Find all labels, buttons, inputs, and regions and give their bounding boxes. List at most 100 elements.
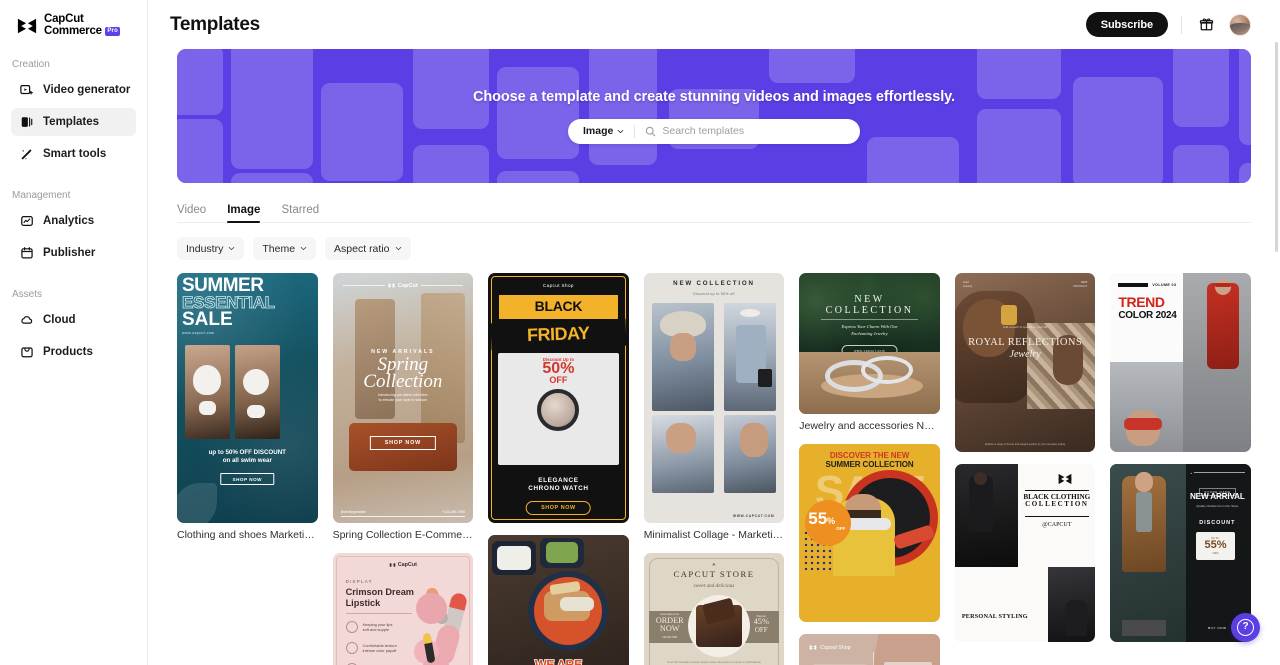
sidebar-item-products[interactable]: Products [11,338,136,366]
tab-starred[interactable]: Starred [281,204,319,222]
app-root: CapCut Commerce Pro Creation Video gener… [0,0,1280,665]
help-glyph: ? [1242,621,1249,632]
chevron-down-icon [618,129,624,133]
template-card[interactable]: Capcut Shop BLACK FRIDAY Discount Up to … [488,273,629,524]
sidebar-item-label: Templates [43,116,100,129]
template-thumbnail[interactable]: Gold Jewelry NEW PRODUCT Add a touch of sp… [954,273,1096,452]
filter-label: Industry [186,242,224,255]
template-title: Minimalist Collage - Marketing... [643,529,785,542]
template-thumbnail[interactable]: SUMMER ESSENTIAL SALE www.capcut.com up … [177,273,318,524]
chevron-down-icon [229,246,235,251]
template-search-bar: Image [568,118,860,144]
template-thumbnail[interactable]: VOLUME 03 TREND COLOR 2024 [1110,273,1251,452]
main-content: Templates Subscribe Choose a template an… [148,0,1280,665]
template-title: Spring Collection E-Commerc... [332,529,474,542]
topbar: Templates Subscribe [148,0,1280,49]
filter-industry[interactable]: Industry [177,237,245,260]
template-title: Jewelry and accessories New... [799,419,940,432]
pro-badge: Pro [104,27,121,36]
products-icon [19,345,34,360]
publisher-icon [19,246,34,261]
nav-group-label: Management [12,190,71,202]
sidebar-item-label: Smart tools [43,148,107,161]
search-field [635,118,860,144]
page-scrollbar[interactable] [1275,42,1278,252]
templates-icon [19,115,34,130]
sidebar-item-analytics[interactable]: Analytics [11,207,136,235]
sidebar-item-label: Products [43,346,93,359]
smart-tools-icon [19,147,34,162]
template-card[interactable]: CapCut NEW ARRIVALS Spring Collection In… [332,273,474,542]
brand-line-2: Commerce [44,24,102,37]
template-grid: SUMMER ESSENTIAL SALE www.capcut.com up … [177,273,1251,665]
capcut-logo-icon [16,16,38,36]
page-title: Templates [170,13,260,35]
template-thumbnail[interactable]: NEW COLLECTION Express Your Charm With O… [799,273,940,414]
template-title: Clothing and shoes Marketing... [177,529,318,542]
cloud-icon [19,313,34,328]
template-thumbnail[interactable]: » STORE NAME NEW ARRIVAL Quality Clothes… [1110,463,1251,642]
template-card[interactable]: ☘ CAPCUT STORE sweet and delicious www.c… [643,553,785,665]
nav-group-management: Management Analytics Publisher [0,190,147,267]
template-card[interactable]: SUMMER ESSENTIAL SALE www.capcut.com up … [177,273,318,541]
filter-row: Industry Theme Aspect ratio [177,237,1251,260]
sidebar-item-label: Analytics [43,215,95,228]
template-card[interactable]: WE ARE OPEN 11.00 AM - 10.00 PM 123-456-… [488,535,629,665]
nav-group-label: Assets [12,289,43,301]
sidebar-item-templates[interactable]: Templates [11,108,136,137]
template-card[interactable]: DISCOVER THE NEW SUMMER COLLECTION SALE … [799,443,940,623]
sidebar-item-video-generator[interactable]: Video generator [11,76,136,104]
sidebar-item-publisher[interactable]: Publisher [11,239,136,267]
template-card[interactable]: CapCut DISPLAY Crimson Dream Lipstick Kee… [332,553,474,665]
chevron-down-icon [300,246,307,251]
sidebar-item-label: Publisher [43,247,96,260]
template-card[interactable]: BLACK CLOTHING COLLECTION @CAPCUT PERSON… [954,463,1096,642]
toolbar-divider [1181,15,1182,34]
sidebar-item-label: Video generator [43,84,131,97]
template-card[interactable]: Gold Jewelry NEW PRODUCT Add a touch of sp… [954,273,1096,452]
template-thumbnail[interactable]: NEW COLLECTION Discount up to 50% off WW… [643,273,785,524]
tab-image[interactable]: Image [227,204,261,223]
template-card[interactable]: NEW COLLECTION Express Your Charm With O… [799,273,940,432]
search-input[interactable] [662,118,850,144]
analytics-icon [19,214,34,229]
template-card[interactable]: Capout Shop SUPER SALE Exclusive Collect… [799,634,940,665]
template-card[interactable]: » STORE NAME NEW ARRIVAL Quality Clothes… [1110,463,1251,642]
search-icon [646,126,656,136]
template-thumbnail[interactable]: Capcut Shop BLACK FRIDAY Discount Up to … [488,273,629,524]
template-thumbnail[interactable]: WE ARE OPEN 11.00 AM - 10.00 PM 123-456-… [488,535,629,665]
template-card[interactable]: VOLUME 03 TREND COLOR 2024 [1110,273,1251,452]
filter-label: Aspect ratio [334,242,390,255]
template-thumbnail[interactable]: DISCOVER THE NEW SUMMER COLLECTION SALE … [799,443,940,623]
topbar-actions: Subscribe [1085,12,1251,37]
search-type-label: Image [583,125,614,137]
filter-theme[interactable]: Theme [253,237,317,260]
hero-headline: Choose a template and create stunning vi… [473,88,955,105]
template-thumbnail[interactable]: CapCut NEW ARRIVALS Spring Collection In… [332,273,474,524]
brand-logo[interactable]: CapCut Commerce Pro [0,0,147,37]
help-button[interactable]: ? [1231,613,1260,642]
gift-icon[interactable] [1195,14,1217,36]
subscribe-button[interactable]: Subscribe [1085,12,1168,37]
template-card[interactable]: NEW COLLECTION Discount up to 50% off WW… [643,273,785,542]
nav-group-creation: Creation Video generator Templates Smart… [0,59,147,168]
search-type-selector[interactable]: Image [568,119,634,144]
template-thumbnail[interactable]: ☘ CAPCUT STORE sweet and delicious www.c… [643,553,785,665]
tab-video[interactable]: Video [177,204,206,222]
sidebar-item-cloud[interactable]: Cloud [11,306,136,334]
user-avatar[interactable] [1229,13,1251,36]
video-generator-icon [19,83,34,98]
content-type-tabs: Video Image Starred [177,197,1251,223]
sidebar: CapCut Commerce Pro Creation Video gener… [0,0,148,665]
template-thumbnail[interactable]: CapCut DISPLAY Crimson Dream Lipstick Kee… [332,553,474,665]
filter-label: Theme [262,242,296,255]
template-thumbnail[interactable]: Capout Shop SUPER SALE Exclusive Collect… [799,634,940,665]
help-icon: ? [1237,619,1254,636]
sidebar-item-smart-tools[interactable]: Smart tools [11,140,136,168]
filter-aspect-ratio[interactable]: Aspect ratio [325,237,411,260]
nav-group-label: Creation [12,59,50,71]
brand-line-1: CapCut [44,13,84,25]
template-thumbnail[interactable]: BLACK CLOTHING COLLECTION @CAPCUT PERSON… [954,463,1096,642]
sidebar-item-label: Cloud [43,314,76,327]
hero-banner: Choose a template and create stunning vi… [177,49,1251,183]
